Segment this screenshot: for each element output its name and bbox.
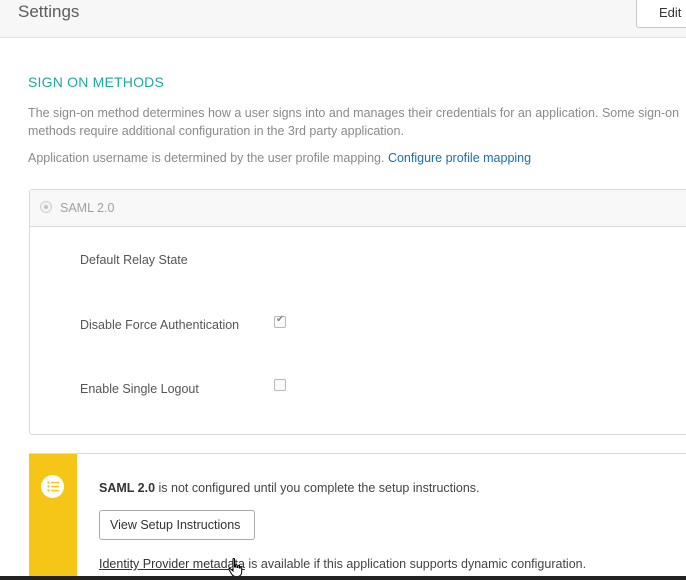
- notice-message: SAML 2.0 is not configured until you com…: [99, 481, 480, 495]
- disable-force-auth-checkbox[interactable]: [274, 314, 286, 328]
- enable-single-logout-checkbox[interactable]: [274, 379, 286, 391]
- edit-button[interactable]: Edit: [636, 0, 686, 28]
- saml-method-label: SAML 2.0: [60, 201, 115, 215]
- notice-stripe: [29, 454, 77, 580]
- saml-radio[interactable]: [40, 201, 52, 213]
- saml-method-panel: SAML 2.0 Default Relay State Disable For…: [29, 189, 686, 435]
- notice-message-text: is not configured until you complete the…: [155, 481, 480, 495]
- notice-saml-strong: SAML 2.0: [99, 481, 156, 495]
- sign-on-description: The sign-on method determines how a user…: [28, 106, 680, 138]
- saml-method-header: SAML 2.0: [30, 190, 686, 227]
- configure-profile-mapping-link[interactable]: Configure profile mapping: [388, 151, 531, 165]
- username-note-text: Application username is determined by th…: [28, 151, 385, 165]
- disable-force-auth-label: Disable Force Authentication: [80, 318, 240, 332]
- section-title: SIGN ON METHODS: [28, 74, 165, 90]
- page-header: Settings Edit: [0, 0, 686, 38]
- setup-notice: SAML 2.0 is not configured until you com…: [29, 453, 686, 580]
- page-title: Settings: [18, 2, 80, 21]
- enable-single-logout-label: Enable Single Logout: [80, 382, 199, 396]
- bottom-edge: [0, 576, 686, 580]
- username-note: Application username is determined by th…: [28, 151, 531, 165]
- list-icon: [41, 475, 64, 498]
- identity-provider-metadata-link[interactable]: Identity Provider metadata: [99, 557, 245, 571]
- metadata-note-text: is available if this application support…: [244, 557, 587, 571]
- metadata-note: Identity Provider metadata is available …: [99, 557, 586, 571]
- hand-cursor-icon: [228, 558, 243, 577]
- default-relay-state-label: Default Relay State: [80, 253, 188, 267]
- view-setup-instructions-button[interactable]: View Setup Instructions: [99, 510, 255, 540]
